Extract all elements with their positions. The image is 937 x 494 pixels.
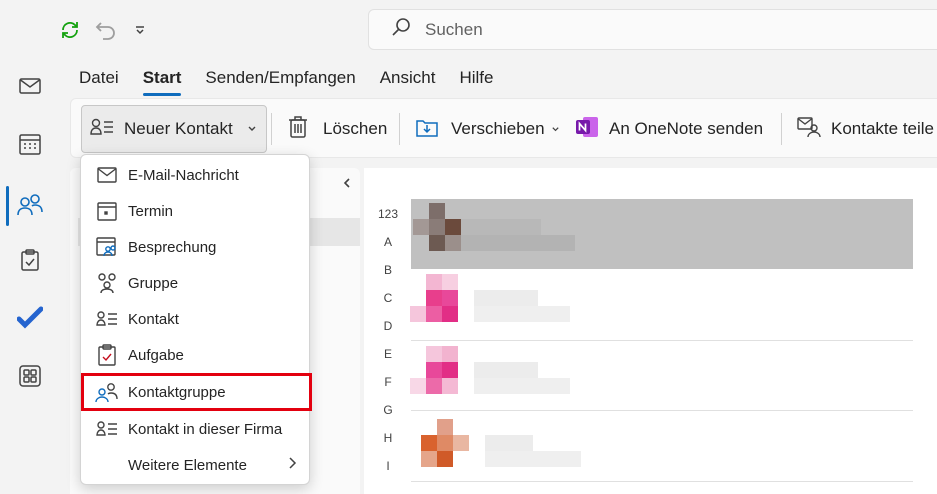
menu-tabs: Datei Start Senden/Empfangen Ansicht Hil… (79, 68, 517, 96)
chevron-down-icon (551, 119, 560, 139)
tab-start[interactable]: Start (142, 68, 181, 96)
menu-item-contact-same-company[interactable]: Kontakt in dieser Firma (81, 411, 309, 447)
search-placeholder: Suchen (425, 19, 483, 39)
tab-ansicht[interactable]: Ansicht (380, 68, 436, 96)
contact-card-icon (95, 417, 119, 441)
tab-senden-empfangen[interactable]: Senden/Empfangen (205, 68, 355, 96)
row-divider (411, 481, 913, 482)
move-label: Verschieben (451, 119, 545, 138)
menu-item-label: E-Mail-Nachricht (128, 166, 239, 184)
group-icon (95, 271, 119, 295)
alphabet-index-a[interactable]: A (366, 235, 410, 249)
collapse-pane-chevron-left-icon[interactable] (342, 176, 352, 192)
menu-item-label: Weitere Elemente (128, 456, 247, 474)
menu-item-more-items[interactable]: Weitere Elemente (81, 447, 309, 483)
mail-icon (18, 74, 42, 103)
alphabet-index-d[interactable]: D (366, 319, 410, 333)
delete-button[interactable]: Löschen (287, 105, 387, 153)
mail-icon (95, 163, 119, 187)
move-button[interactable]: Verschieben (415, 105, 560, 153)
people-icon (17, 191, 43, 222)
contact-card-icon (95, 307, 119, 331)
rail-apps-button[interactable] (0, 356, 60, 400)
alphabet-index-i[interactable]: I (366, 459, 410, 473)
menu-item-group[interactable]: Gruppe (81, 265, 309, 301)
rail-todo-button[interactable] (0, 298, 60, 342)
ribbon-separator (781, 113, 782, 145)
meeting-icon (95, 235, 119, 259)
rail-people-button[interactable] (0, 184, 60, 228)
menu-item-label: Besprechung (128, 238, 217, 256)
clipboard-icon (18, 248, 42, 277)
calendar-icon (95, 199, 119, 223)
move-folder-icon (415, 115, 439, 144)
menu-item-label: Termin (128, 202, 174, 220)
ribbon-separator (399, 113, 400, 145)
row-divider (411, 410, 913, 411)
search-icon (391, 17, 411, 42)
contact-card-icon (90, 117, 114, 142)
undo-icon[interactable] (92, 16, 120, 44)
rail-mail-button[interactable] (0, 66, 60, 110)
alphabet-index-c[interactable]: C (366, 291, 410, 305)
title-bar: Suchen (0, 0, 937, 60)
menu-item-contact-group[interactable]: Kontaktgruppe (81, 373, 312, 411)
calendar-icon (18, 132, 42, 161)
task-icon (95, 343, 119, 367)
menu-item-label: Kontaktgruppe (128, 383, 226, 401)
new-contact-button[interactable]: Neuer Kontakt (81, 105, 267, 153)
menu-item-label: Kontakt in dieser Firma (128, 420, 283, 438)
alphabet-index-g[interactable]: G (366, 403, 410, 417)
onenote-label: An OneNote senden (609, 119, 764, 138)
menu-item-label: Kontakt (128, 310, 179, 328)
delete-label: Löschen (323, 119, 388, 138)
ribbon: Neuer Kontakt Löschen Verschieben An One… (70, 98, 937, 158)
share-contacts-label: Kontakte teile (831, 119, 935, 138)
apps-icon (19, 364, 41, 392)
new-item-dropdown: E-Mail-Nachricht Termin Besprechung Grup… (80, 154, 312, 485)
rail-tasks-button[interactable] (0, 240, 60, 284)
tab-hilfe[interactable]: Hilfe (459, 68, 493, 96)
rail-calendar-button[interactable] (0, 124, 60, 168)
menu-item-appointment[interactable]: Termin (81, 193, 309, 229)
menu-item-label: Gruppe (128, 274, 179, 292)
share-contacts-button[interactable]: Kontakte teile (797, 105, 934, 153)
row-divider (411, 340, 913, 341)
search-box[interactable]: Suchen (368, 9, 937, 50)
new-contact-label: Neuer Kontakt (124, 119, 233, 138)
menu-item-contact[interactable]: Kontakt (81, 301, 309, 337)
tab-datei[interactable]: Datei (79, 68, 119, 96)
customize-qat-chevron-down-icon[interactable] (126, 16, 154, 44)
onenote-icon (575, 115, 599, 144)
sync-icon[interactable] (56, 16, 84, 44)
alphabet-index-123[interactable]: 123 (366, 207, 410, 221)
share-contact-icon (797, 115, 821, 144)
chevron-down-icon[interactable] (247, 119, 257, 139)
alphabet-index-f[interactable]: F (366, 375, 410, 389)
menu-item-task[interactable]: Aufgabe (81, 337, 309, 373)
alphabet-index-e[interactable]: E (366, 347, 410, 361)
checkmark-icon (16, 305, 44, 336)
ribbon-separator (271, 113, 272, 145)
app-rail (0, 0, 60, 494)
contact-group-icon (95, 380, 119, 404)
menu-item-meeting[interactable]: Besprechung (81, 229, 309, 265)
alphabet-index-h[interactable]: H (366, 431, 410, 445)
menu-item-label: Aufgabe (128, 346, 184, 364)
menu-item-email-message[interactable]: E-Mail-Nachricht (81, 157, 309, 193)
alphabet-index-b[interactable]: B (366, 263, 410, 277)
send-to-onenote-button[interactable]: An OneNote senden (575, 105, 763, 153)
trash-icon (287, 115, 309, 144)
chevron-right-icon (287, 456, 297, 474)
